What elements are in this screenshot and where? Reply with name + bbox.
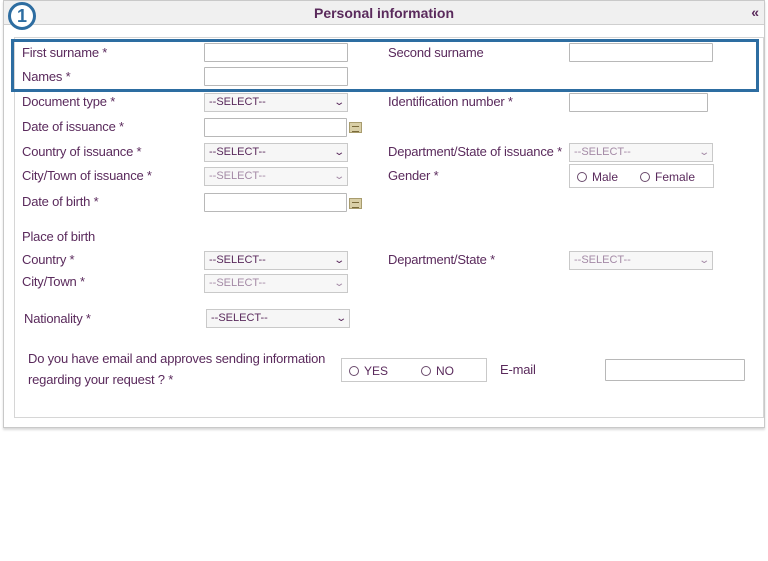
city-of-issuance-select[interactable]: --SELECT-- ⌄	[204, 167, 348, 186]
radio-circle-icon	[421, 365, 431, 376]
radio-circle-icon	[640, 171, 650, 182]
chevron-down-icon: ⌄	[697, 255, 710, 266]
department-of-issuance-label: Department/State of issuance *	[388, 144, 562, 159]
email-consent-no-radio[interactable]: NO	[421, 364, 454, 378]
city-of-issuance-value: --SELECT--	[209, 170, 266, 182]
birth-country-value: --SELECT--	[209, 254, 266, 266]
gender-male-radio[interactable]: Male	[577, 170, 618, 184]
email-consent-question-line1: Do you have email and approves sending i…	[28, 351, 326, 366]
calendar-icon[interactable]	[349, 122, 362, 133]
email-consent-no-label: NO	[436, 364, 454, 378]
email-label: E-mail	[500, 362, 536, 377]
email-consent-radio-group: YES NO	[341, 358, 487, 382]
chevron-down-icon: ⌄	[332, 255, 345, 266]
identification-number-input[interactable]	[569, 93, 708, 112]
chevron-down-icon: ⌄	[332, 147, 345, 158]
birth-department-select[interactable]: --SELECT-- ⌄	[569, 251, 713, 270]
panel-title: Personal information	[313, 5, 455, 21]
chevron-down-icon: ⌄	[332, 278, 345, 289]
nationality-label: Nationality *	[24, 311, 91, 326]
panel-header: Personal information «	[4, 1, 764, 25]
birth-city-label: City/Town *	[22, 274, 85, 289]
birth-department-value: --SELECT--	[574, 254, 631, 266]
birth-country-select[interactable]: --SELECT-- ⌄	[204, 251, 348, 270]
nationality-value: --SELECT--	[211, 312, 268, 324]
chevron-down-icon: ⌄	[334, 313, 347, 324]
birth-country-label: Country *	[22, 252, 75, 267]
gender-male-label: Male	[592, 170, 619, 184]
department-of-issuance-value: --SELECT--	[574, 146, 631, 158]
step-number-badge: 1	[8, 2, 36, 30]
gender-female-radio[interactable]: Female	[640, 170, 695, 184]
chevron-down-icon: ⌄	[332, 171, 345, 182]
country-of-issuance-select[interactable]: --SELECT-- ⌄	[204, 143, 348, 162]
country-of-issuance-label: Country of issuance *	[22, 144, 142, 159]
gender-label: Gender *	[388, 168, 439, 183]
date-of-birth-label: Date of birth *	[22, 194, 99, 209]
radio-circle-icon	[577, 171, 587, 182]
date-of-issuance-label: Date of issuance *	[22, 119, 124, 134]
birth-department-label: Department/State *	[388, 252, 495, 267]
department-of-issuance-select[interactable]: --SELECT-- ⌄	[569, 143, 713, 162]
country-of-issuance-value: --SELECT--	[209, 146, 266, 158]
email-consent-question-line2: regarding your request ? *	[28, 372, 174, 387]
document-type-label: Document type *	[22, 94, 116, 109]
email-consent-yes-label: YES	[364, 364, 389, 378]
chevron-down-icon: ⌄	[697, 147, 710, 158]
email-consent-yes-radio[interactable]: YES	[349, 364, 388, 378]
date-of-issuance-input[interactable]	[204, 118, 347, 137]
identification-number-label: Identification number *	[388, 94, 513, 109]
gender-radio-group: Male Female	[569, 164, 714, 188]
date-of-birth-input[interactable]	[204, 193, 347, 212]
city-of-issuance-label: City/Town of issuance *	[22, 168, 152, 183]
gender-female-label: Female	[655, 170, 696, 184]
birth-city-value: --SELECT--	[209, 277, 266, 289]
nationality-select[interactable]: --SELECT-- ⌄	[206, 309, 350, 328]
document-type-select[interactable]: --SELECT-- ⌄	[204, 93, 348, 112]
birth-city-select[interactable]: --SELECT-- ⌄	[204, 274, 348, 293]
highlight-frame	[11, 39, 759, 92]
email-input[interactable]	[605, 359, 745, 381]
chevron-down-icon: ⌄	[332, 97, 345, 108]
place-of-birth-heading: Place of birth	[22, 229, 96, 244]
radio-circle-icon	[349, 365, 359, 376]
calendar-icon[interactable]	[349, 198, 362, 209]
collapse-icon[interactable]: «	[751, 4, 759, 20]
document-type-value: --SELECT--	[209, 96, 266, 108]
